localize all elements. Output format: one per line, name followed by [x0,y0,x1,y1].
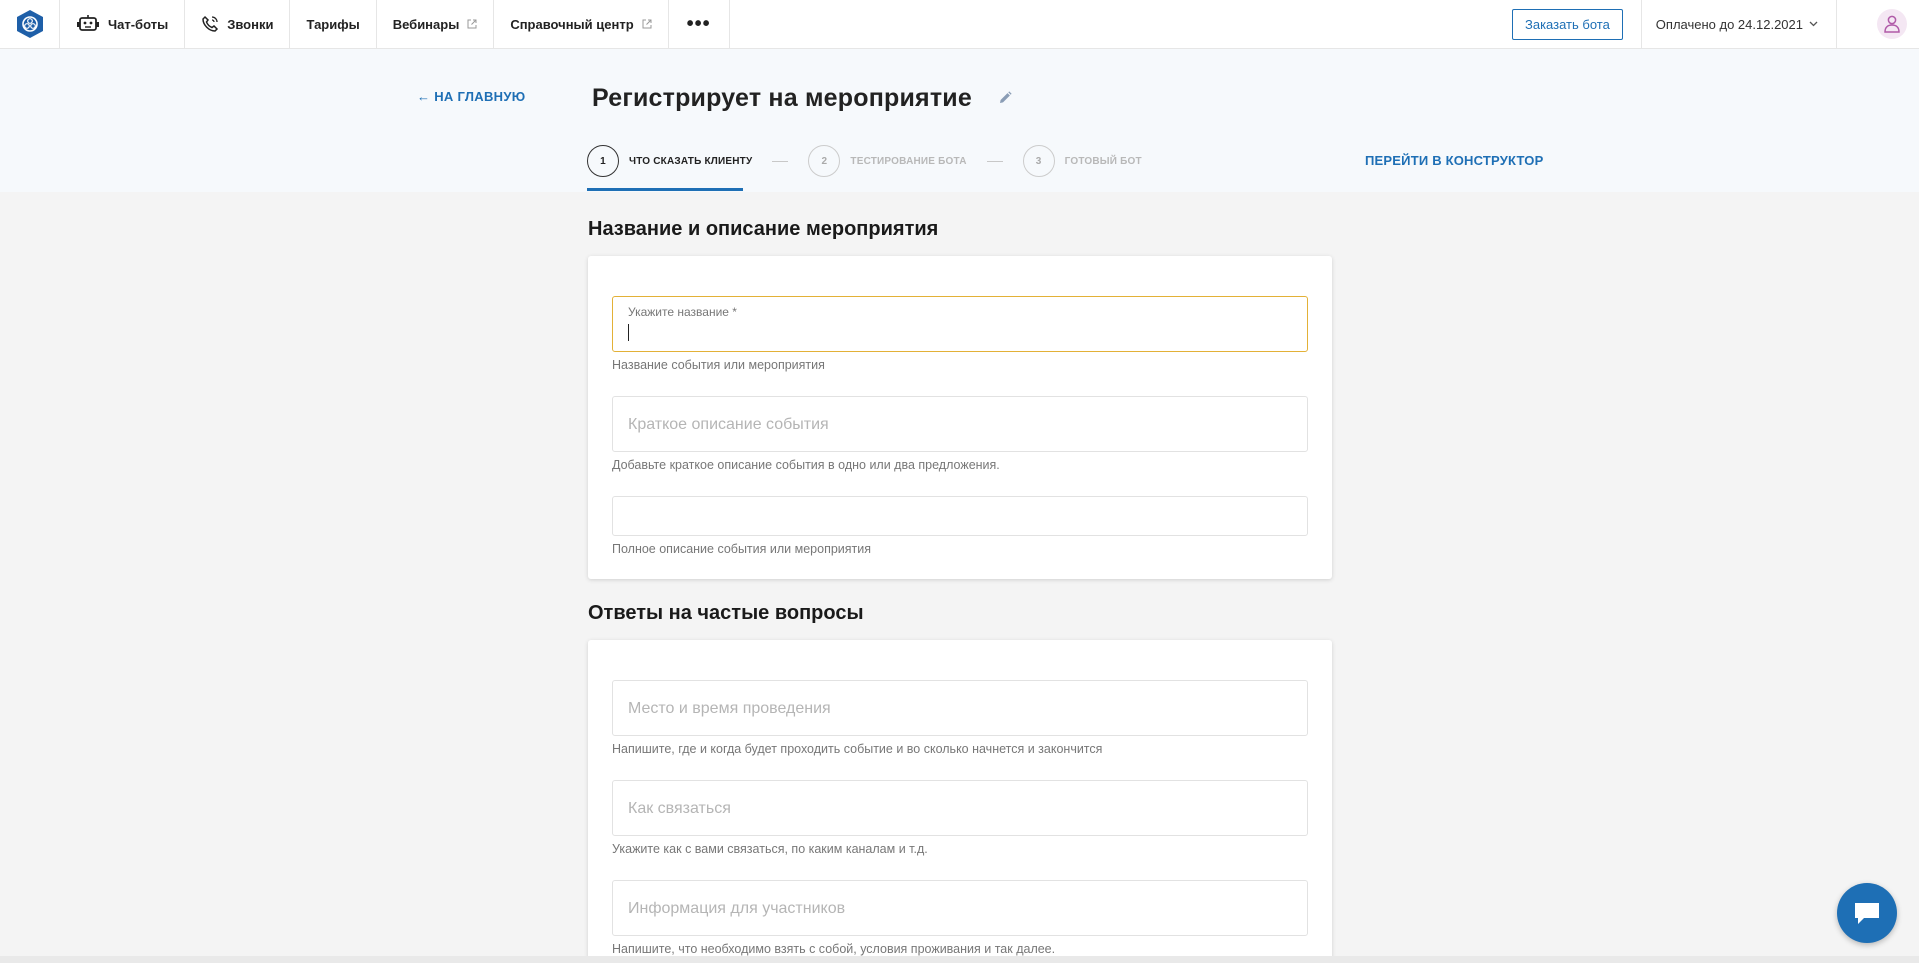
step-number: 1 [587,145,619,177]
step-1[interactable]: 1 ЧТО СКАЗАТЬ КЛИЕНТУ [587,145,752,177]
place-time-field[interactable]: Место и время проведения [612,680,1308,736]
nav-item-tariffs[interactable]: Тарифы [290,0,377,48]
paid-until-label: Оплачено до 24.12.2021 [1655,16,1803,32]
logo[interactable] [0,0,60,48]
step-number: 2 [808,145,841,177]
step-number: 3 [1022,145,1055,177]
field-placeholder: Как связаться [628,800,731,817]
step-2[interactable]: 2 ТЕСТИРОВАНИЕ БОТА [808,145,966,177]
chevron-down-icon [1809,21,1818,27]
user-icon [1884,15,1900,33]
stepper: 1 ЧТО СКАЗАТЬ КЛИЕНТУ 2 ТЕСТИРОВАНИЕ БОТ… [587,144,1142,178]
contact-field[interactable]: Как связаться [612,780,1308,836]
avatar[interactable] [1877,9,1907,39]
field-placeholder: Информация для участников [628,900,846,917]
field-placeholder: Краткое описание события [628,416,829,433]
horizontal-scrollbar[interactable] [0,956,1919,963]
faq-card: Место и время проведения Напишите, где и… [588,640,1332,963]
back-to-home-link[interactable]: ← НА ГЛАВНУЮ [417,89,525,104]
go-to-constructor-link[interactable]: ПЕРЕЙТИ В КОНСТРУКТОР [1365,153,1543,168]
nav-item-label: Вебинары [392,16,460,32]
nav-item-label: Тарифы [306,16,360,32]
nav-item-calls[interactable]: Звонки [185,0,291,48]
field-hint: Напишите, где и когда будет проходить со… [612,742,1103,756]
step-label: ЧТО СКАЗАТЬ КЛИЕНТУ [629,155,753,167]
nav-item-chatbots[interactable]: Чат-боты [60,0,186,48]
event-card: Укажите название * Название события или … [588,256,1332,579]
field-placeholder: Место и время проведения [628,700,831,717]
back-label: НА ГЛАВНУЮ [434,89,526,104]
external-link-icon [467,19,477,29]
order-bot-button[interactable]: Заказать бота [1511,8,1623,40]
field-hint: Укажите как с вами связаться, по каким к… [612,842,928,856]
short-description-field[interactable]: Краткое описание события [612,396,1308,452]
user-area [1837,0,1919,48]
step-separator [772,160,789,162]
full-description-field[interactable] [612,496,1308,536]
chat-icon [1855,903,1879,924]
step-3[interactable]: 3 ГОТОВЫЙ БОТ [1022,145,1142,177]
external-link-icon [642,19,652,29]
phone-icon [202,15,219,32]
more-menu-button[interactable]: ••• [669,0,730,48]
event-name-field[interactable]: Укажите название * [612,296,1308,352]
field-hint: Напишите, что необходимо взять с собой, … [612,942,1056,956]
field-hint: Название события или мероприятия [612,358,825,372]
field-hint: Добавьте краткое описание события в одно… [612,458,1000,472]
top-navbar: Чат-боты Звонки Тарифы Вебинары Справочн… [0,0,1919,49]
text-cursor [628,324,629,341]
field-hint: Полное описание события или мероприятия [612,542,872,556]
arrow-left-icon: ← [417,89,431,104]
nav-item-label: Справочный центр [510,16,634,32]
step-separator [986,160,1003,162]
robot-icon [77,15,99,31]
participant-info-field[interactable]: Информация для участников [612,880,1308,936]
pencil-icon[interactable] [998,91,1012,105]
section-title-event: Название и описание мероприятия [588,218,939,240]
nav-item-label: Чат-боты [108,16,169,32]
nav-item-webinars[interactable]: Вебинары [377,0,495,48]
page-title: Регистрирует на мероприятие [592,84,972,112]
step-label: ГОТОВЫЙ БОТ [1064,155,1142,167]
logo-icon [16,10,43,38]
paid-until-dropdown[interactable]: Оплачено до 24.12.2021 [1640,0,1837,48]
nav-item-label: Звонки [227,16,274,32]
more-icon: ••• [686,12,711,35]
chat-widget-button[interactable] [1837,883,1897,943]
nav-item-help-center[interactable]: Справочный центр [494,0,669,48]
section-title-faq: Ответы на частые вопросы [588,602,864,624]
active-step-indicator [587,188,743,191]
step-label: ТЕСТИРОВАНИЕ БОТА [850,155,967,167]
field-label: Укажите название * [628,305,737,319]
